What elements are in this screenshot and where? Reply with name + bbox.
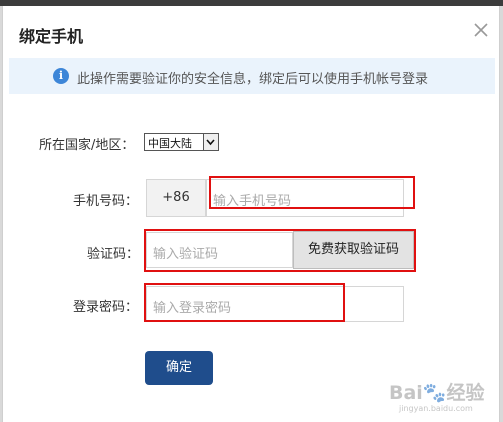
confirm-button[interactable]: 确定 [145, 351, 213, 385]
password-input[interactable]: 输入登录密码 [146, 286, 404, 322]
phone-placeholder: 输入手机号码 [213, 194, 292, 209]
notice-text: 此操作需要验证你的安全信息，绑定后可以使用手机帐号登录 [77, 72, 429, 87]
phone-label: 手机号码： [73, 194, 139, 209]
dialog-title: 绑定手机 [19, 27, 84, 46]
chevron-down-icon[interactable] [203, 134, 218, 150]
watermark-text: Bai🐾经验 [389, 382, 485, 404]
bind-phone-dialog: 绑定手机 i 此操作需要验证你的安全信息，绑定后可以使用手机帐号登录 所在国家/… [2, 6, 500, 422]
info-icon: i [53, 68, 69, 84]
password-placeholder: 输入登录密码 [153, 301, 232, 316]
security-notice: i 此操作需要验证你的安全信息，绑定后可以使用手机帐号登录 [9, 58, 495, 94]
country-code-prefix: +86 [146, 179, 206, 217]
watermark-subtext: jingyan.baidu.com [399, 404, 473, 413]
verification-code-input[interactable]: 输入验证码 [146, 232, 293, 268]
baidu-jingyan-watermark: Bai🐾经验 jingyan.baidu.com [385, 378, 497, 420]
password-label: 登录密码： [73, 300, 139, 315]
region-label: 所在国家/地区： [39, 138, 135, 153]
verification-code-label: 验证码： [87, 247, 140, 262]
region-selected-value: 中国大陆 [148, 137, 192, 150]
get-verification-code-button[interactable]: 免费获取验证码 [293, 231, 414, 269]
phone-input[interactable]: 输入手机号码 [206, 179, 404, 217]
region-select[interactable]: 中国大陆 [144, 133, 219, 151]
verification-code-placeholder: 输入验证码 [153, 247, 219, 262]
close-icon[interactable] [471, 20, 491, 40]
